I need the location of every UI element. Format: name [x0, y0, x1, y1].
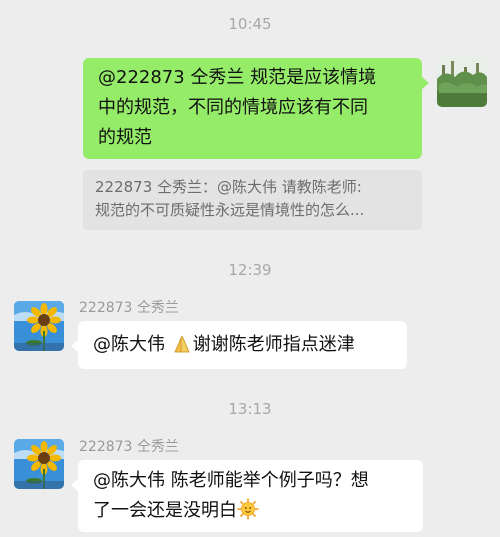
message-text-line: @222873 仝秀兰 规范是应该情境: [98, 67, 377, 88]
my-message-bubble[interactable]: @222873 仝秀兰 规范是应该情境 中的规范，不同的情境应该有不同 的规范: [83, 58, 429, 159]
message-text-line: 了一会还是没明白: [93, 500, 237, 521]
timestamp: 12:39: [228, 261, 272, 279]
message-text-line: 的规范: [98, 127, 152, 148]
incoming-message-bubble[interactable]: @陈大伟 谢谢陈老师指点迷津: [71, 321, 407, 369]
my-avatar[interactable]: [437, 57, 487, 107]
sun-face-icon: [237, 498, 259, 520]
message-text: 谢谢陈老师指点迷津: [192, 334, 355, 355]
bubble-tail: [71, 478, 79, 492]
bubble-tail: [421, 76, 429, 90]
message-text-line: 中的规范，不同的情境应该有不同: [98, 97, 368, 118]
quoted-message[interactable]: 222873 仝秀兰：@陈大伟 请教陈老师: 规范的不可质疑性永远是情境性的怎么…: [83, 170, 422, 230]
quote-line: 规范的不可质疑性永远是情境性的怎么...: [95, 201, 365, 219]
bubble-tail: [71, 339, 79, 353]
incoming-message-bubble[interactable]: @陈大伟 陈老师能举个例子吗？想 了一会还是没明白: [71, 460, 423, 532]
sender-name: 222873 仝秀兰: [79, 300, 179, 316]
sunflower-avatar-icon: [14, 301, 64, 351]
forest-avatar-icon: [437, 57, 487, 107]
sender-name: 222873 仝秀兰: [79, 439, 179, 455]
message-text-line: @陈大伟 陈老师能举个例子吗？想: [93, 470, 369, 491]
sender-avatar[interactable]: [14, 439, 64, 489]
sender-avatar[interactable]: [14, 301, 64, 351]
praying-hands-icon: [171, 332, 193, 354]
timestamp: 10:45: [228, 15, 272, 33]
quote-line: 222873 仝秀兰：@陈大伟 请教陈老师:: [95, 178, 362, 196]
mention-text: @陈大伟: [93, 334, 171, 355]
sunflower-avatar-icon: [14, 439, 64, 489]
timestamp: 13:13: [228, 400, 272, 418]
